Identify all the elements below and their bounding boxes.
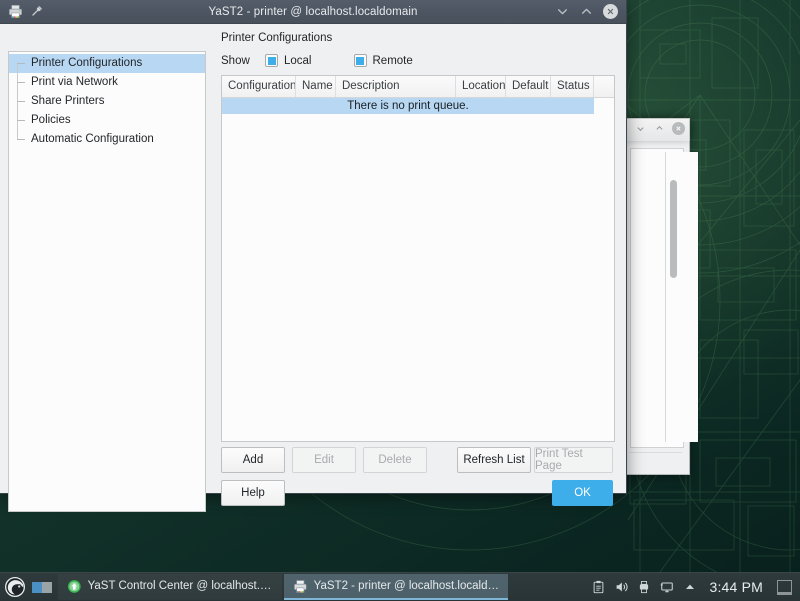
dialog-content: Printer Configurations Print via Network… bbox=[0, 23, 626, 493]
show-filter-row: Show Local Remote bbox=[221, 54, 413, 67]
background-window-controls[interactable] bbox=[634, 122, 685, 135]
page-title: Printer Configurations bbox=[221, 32, 332, 44]
display-icon[interactable] bbox=[660, 580, 674, 594]
printer-icon[interactable] bbox=[637, 580, 651, 594]
checkbox-local-label: Local bbox=[284, 55, 312, 67]
column-header-description[interactable]: Description bbox=[336, 76, 456, 97]
sidebar-item-label: Printer Configurations bbox=[31, 57, 142, 69]
minimize-icon[interactable] bbox=[634, 122, 647, 135]
close-icon[interactable] bbox=[603, 4, 618, 19]
background-window-footer bbox=[630, 452, 682, 469]
main-pane: Printer Configurations Show Local Remote… bbox=[214, 23, 618, 493]
show-desktop-icon[interactable] bbox=[777, 580, 792, 595]
column-header-location[interactable]: Location bbox=[456, 76, 506, 97]
pager-desktop-2[interactable] bbox=[42, 582, 52, 593]
background-window-titlebar[interactable] bbox=[624, 118, 690, 141]
help-button[interactable]: Help bbox=[221, 480, 285, 506]
sidebar-item-label: Policies bbox=[31, 114, 71, 126]
pin-icon[interactable] bbox=[30, 4, 45, 19]
taskbar-item-label: YaST2 - printer @ localhost.localdo... bbox=[314, 580, 499, 592]
opensuse-gecko-icon bbox=[4, 576, 26, 598]
pager-widget[interactable] bbox=[32, 575, 52, 599]
taskbar[interactable]: YaST Control Center @ localhost.lo... Ya… bbox=[0, 572, 800, 601]
tree-dash bbox=[17, 120, 25, 121]
background-window-scrollbar-thumb[interactable] bbox=[670, 180, 677, 278]
titlebar[interactable]: YaST2 - printer @ localhost.localdomain bbox=[0, 0, 626, 24]
checkbox-remote-box[interactable] bbox=[354, 54, 367, 67]
column-header-default[interactable]: Default bbox=[506, 76, 551, 97]
maximize-icon[interactable] bbox=[653, 122, 666, 135]
clipboard-icon[interactable] bbox=[591, 580, 605, 594]
chevron-up-icon[interactable] bbox=[683, 580, 697, 594]
tree-dash bbox=[17, 139, 25, 140]
printer-icon bbox=[8, 4, 23, 19]
show-label: Show bbox=[221, 55, 265, 67]
application-launcher-button[interactable] bbox=[0, 573, 30, 601]
sidebar-item-share-printers[interactable]: Share Printers bbox=[9, 92, 205, 111]
ok-button[interactable]: OK bbox=[552, 480, 613, 506]
tree-line bbox=[17, 63, 18, 73]
column-header-name[interactable]: Name bbox=[296, 76, 336, 97]
volume-icon[interactable] bbox=[614, 580, 628, 594]
sidebar-item-automatic-configuration[interactable]: Automatic Configuration bbox=[9, 130, 205, 149]
maximize-icon[interactable] bbox=[579, 4, 594, 19]
taskbar-item-yast-control-center[interactable]: YaST Control Center @ localhost.lo... bbox=[58, 574, 282, 600]
window-title: YaST2 - printer @ localhost.localdomain bbox=[0, 6, 626, 18]
tree-dash bbox=[17, 101, 25, 102]
table-empty-row[interactable]: There is no print queue. bbox=[222, 98, 594, 114]
checkbox-local-box[interactable] bbox=[265, 54, 278, 67]
pager-desktop-1[interactable] bbox=[32, 582, 42, 593]
print-test-page-button: Print Test Page bbox=[534, 447, 613, 473]
checkbox-remote-label: Remote bbox=[373, 55, 413, 67]
tree-dash bbox=[17, 63, 25, 64]
edit-button: Edit bbox=[292, 447, 356, 473]
taskbar-item-yast2-printer[interactable]: YaST2 - printer @ localhost.localdo... bbox=[284, 574, 508, 600]
add-button[interactable]: Add bbox=[221, 447, 285, 473]
minimize-icon[interactable] bbox=[555, 4, 570, 19]
column-header-configuration[interactable]: Configuration bbox=[222, 76, 296, 97]
navigation-tree[interactable]: Printer Configurations Print via Network… bbox=[8, 51, 206, 512]
sidebar-item-print-via-network[interactable]: Print via Network bbox=[9, 73, 205, 92]
sidebar-item-label: Print via Network bbox=[31, 76, 118, 88]
system-tray[interactable]: 3:44 PM bbox=[591, 579, 800, 595]
titlebar-icons bbox=[0, 4, 45, 19]
close-icon[interactable] bbox=[672, 122, 685, 135]
tree-dash bbox=[17, 82, 25, 83]
sidebar-item-policies[interactable]: Policies bbox=[9, 111, 205, 130]
printer-icon bbox=[293, 579, 308, 594]
column-header-spacer[interactable] bbox=[594, 76, 612, 97]
column-header-status[interactable]: Status bbox=[551, 76, 594, 97]
checkbox-local[interactable]: Local bbox=[265, 54, 312, 67]
checkbox-remote[interactable]: Remote bbox=[354, 54, 413, 67]
yast-printer-window[interactable]: YaST2 - printer @ localhost.localdomain … bbox=[0, 0, 627, 494]
printer-configurations-table[interactable]: Configuration Name Description Location … bbox=[221, 75, 615, 442]
sidebar-item-label: Share Printers bbox=[31, 95, 105, 107]
window-controls[interactable] bbox=[555, 4, 626, 19]
table-header-row: Configuration Name Description Location … bbox=[222, 76, 614, 98]
yast-icon bbox=[67, 579, 82, 594]
sidebar-item-printer-configurations[interactable]: Printer Configurations bbox=[9, 54, 205, 73]
taskbar-item-label: YaST Control Center @ localhost.lo... bbox=[88, 580, 273, 592]
sidebar-item-label: Automatic Configuration bbox=[31, 133, 154, 145]
clock[interactable]: 3:44 PM bbox=[706, 579, 766, 595]
delete-button: Delete bbox=[363, 447, 427, 473]
refresh-list-button[interactable]: Refresh List bbox=[457, 447, 531, 473]
